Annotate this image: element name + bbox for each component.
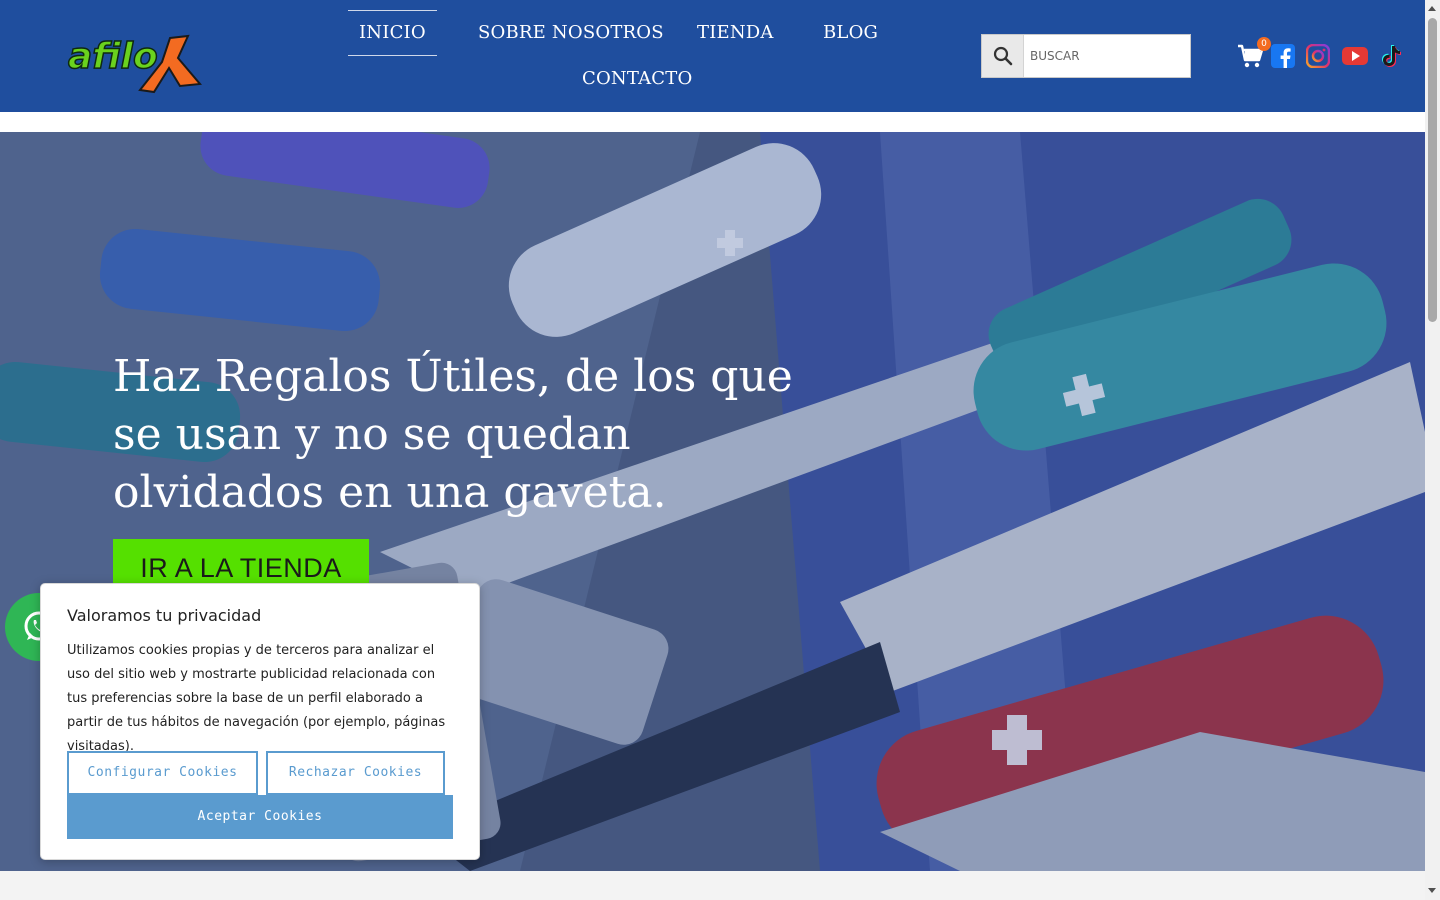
scrollbar-thumb[interactable] <box>1428 18 1437 322</box>
header-spacer <box>0 112 1425 132</box>
search-box <box>981 34 1191 78</box>
page-scrollbar[interactable] <box>1425 0 1440 900</box>
reject-cookies-button[interactable]: Rechazar Cookies <box>266 751 445 795</box>
hero-title: Haz Regalos Útiles, de los que se usan y… <box>113 351 793 518</box>
site-header: afilo INICIO SOBRE NOSOTROS TIENDA BLOG … <box>0 0 1425 112</box>
accept-cookies-button[interactable]: Aceptar Cookies <box>67 795 453 839</box>
tiktok-link[interactable] <box>1380 44 1402 72</box>
main-nav: INICIO SOBRE NOSOTROS TIENDA BLOG CONTAC… <box>0 0 1425 112</box>
nav-contacto[interactable]: CONTACTO <box>582 68 692 89</box>
cookie-title: Valoramos tu privacidad <box>67 606 262 625</box>
configure-cookies-button[interactable]: Configurar Cookies <box>67 751 258 795</box>
facebook-link[interactable] <box>1271 44 1295 72</box>
page-bottom-strip <box>0 871 1425 900</box>
search-button[interactable] <box>982 35 1024 77</box>
cookie-description: Utilizamos cookies propias y de terceros… <box>67 643 446 754</box>
nav-blog[interactable]: BLOG <box>823 22 878 43</box>
youtube-link[interactable] <box>1342 45 1368 71</box>
facebook-icon <box>1271 44 1295 68</box>
youtube-icon <box>1342 47 1368 65</box>
cookie-consent-dialog: Valoramos tu privacidad Utilizamos cooki… <box>40 583 480 860</box>
search-input[interactable] <box>1030 35 1185 77</box>
search-icon <box>993 46 1012 66</box>
scroll-down-arrow-icon[interactable] <box>1428 888 1436 893</box>
instagram-icon <box>1305 43 1331 69</box>
nav-sobre-nosotros[interactable]: SOBRE NOSOTROS <box>478 22 664 43</box>
cart-count-badge: 0 <box>1257 37 1271 51</box>
nav-inicio[interactable]: INICIO <box>348 10 437 56</box>
instagram-link[interactable] <box>1305 43 1331 72</box>
tiktok-icon <box>1382 45 1401 67</box>
nav-tienda[interactable]: TIENDA <box>697 22 774 43</box>
scroll-up-arrow-icon[interactable] <box>1428 6 1436 11</box>
